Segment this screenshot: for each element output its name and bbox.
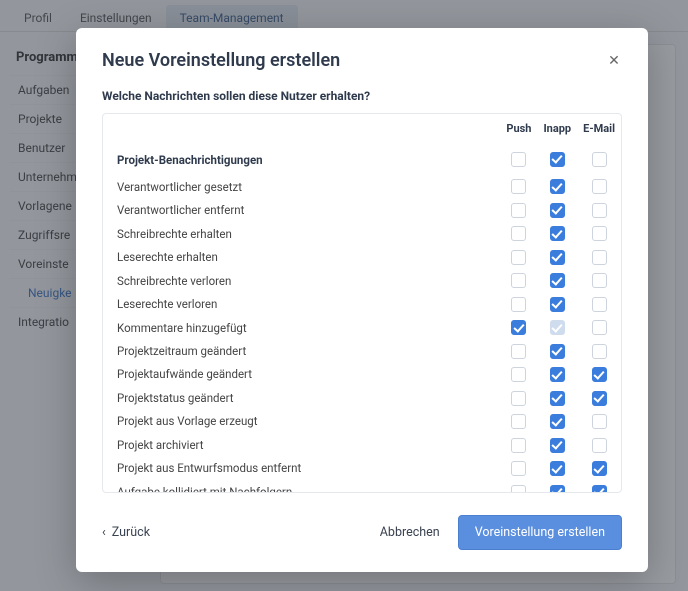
checkbox[interactable]	[511, 485, 526, 493]
checkbox[interactable]	[592, 297, 607, 312]
notification-row-label: Schreibrechte erhalten	[103, 222, 500, 245]
notification-row-label: Projektzeitraum geändert	[103, 339, 500, 362]
checkbox[interactable]	[550, 203, 565, 218]
checkbox[interactable]	[592, 414, 607, 429]
checkbox[interactable]	[592, 438, 607, 453]
checkbox[interactable]	[550, 179, 565, 194]
checkbox[interactable]	[592, 152, 607, 167]
checkbox[interactable]	[550, 152, 565, 167]
chevron-left-icon: ‹	[102, 525, 106, 540]
checkbox[interactable]	[511, 273, 526, 288]
col-email: E-Mail	[577, 114, 621, 143]
checkbox	[550, 320, 565, 335]
checkbox[interactable]	[550, 438, 565, 453]
notifications-table: Push Inapp E-Mail Projekt-Benachrichtigu…	[102, 113, 622, 493]
checkbox[interactable]	[511, 320, 526, 335]
checkbox[interactable]	[550, 485, 565, 493]
notification-row-label: Projekt aus Vorlage erzeugt	[103, 410, 500, 433]
checkbox[interactable]	[511, 391, 526, 406]
checkbox[interactable]	[592, 226, 607, 241]
checkbox[interactable]	[511, 367, 526, 382]
back-button[interactable]: ‹ Zurück	[102, 525, 150, 540]
checkbox[interactable]	[592, 320, 607, 335]
checkbox[interactable]	[511, 414, 526, 429]
checkbox[interactable]	[592, 273, 607, 288]
col-inapp: Inapp	[537, 114, 577, 143]
checkbox[interactable]	[592, 367, 607, 382]
modal-title: Neue Voreinstellung erstellen	[102, 50, 340, 71]
checkbox[interactable]	[550, 461, 565, 476]
checkbox[interactable]	[550, 297, 565, 312]
notification-row-label: Projekt archiviert	[103, 433, 500, 456]
notification-row-label: Kommentare hinzugefügt	[103, 316, 500, 339]
notification-row-label: Projekt aus Entwurfsmodus entfernt	[103, 457, 500, 480]
checkbox[interactable]	[550, 391, 565, 406]
cancel-button[interactable]: Abbrechen	[380, 525, 440, 540]
notification-row-label: Projektstatus geändert	[103, 386, 500, 409]
checkbox[interactable]	[592, 250, 607, 265]
checkbox[interactable]	[511, 179, 526, 194]
checkbox[interactable]	[511, 344, 526, 359]
notification-row-label: Projektaufwände geändert	[103, 363, 500, 386]
checkbox[interactable]	[550, 250, 565, 265]
checkbox[interactable]	[511, 438, 526, 453]
checkbox[interactable]	[592, 485, 607, 493]
checkbox[interactable]	[511, 226, 526, 241]
checkbox[interactable]	[550, 226, 565, 241]
modal-subtitle: Welche Nachrichten sollen diese Nutzer e…	[102, 89, 622, 103]
checkbox[interactable]	[592, 391, 607, 406]
notification-row-label: Verantwortlicher gesetzt	[103, 175, 500, 198]
checkbox[interactable]	[511, 152, 526, 167]
notification-row-label: Schreibrechte verloren	[103, 269, 500, 292]
col-push: Push	[500, 114, 537, 143]
notification-row-label: Leserechte erhalten	[103, 245, 500, 268]
checkbox[interactable]	[550, 414, 565, 429]
create-preset-modal: Neue Voreinstellung erstellen ✕ Welche N…	[76, 28, 648, 572]
checkbox[interactable]	[511, 203, 526, 218]
checkbox[interactable]	[511, 461, 526, 476]
checkbox[interactable]	[592, 344, 607, 359]
checkbox[interactable]	[511, 297, 526, 312]
notification-row-label: Leserechte verloren	[103, 292, 500, 315]
checkbox[interactable]	[592, 179, 607, 194]
checkbox[interactable]	[550, 344, 565, 359]
close-icon[interactable]: ✕	[606, 53, 622, 69]
checkbox[interactable]	[592, 461, 607, 476]
back-label: Zurück	[112, 525, 150, 540]
checkbox[interactable]	[592, 203, 607, 218]
checkbox[interactable]	[550, 273, 565, 288]
submit-button[interactable]: Voreinstellung erstellen	[458, 515, 622, 550]
checkbox[interactable]	[511, 250, 526, 265]
checkbox[interactable]	[550, 367, 565, 382]
notification-row-label: Aufgabe kollidiert mit Nachfolgern	[103, 480, 500, 493]
notification-row-label: Verantwortlicher entfernt	[103, 198, 500, 221]
group-header: Projekt-Benachrichtigungen	[103, 143, 500, 175]
